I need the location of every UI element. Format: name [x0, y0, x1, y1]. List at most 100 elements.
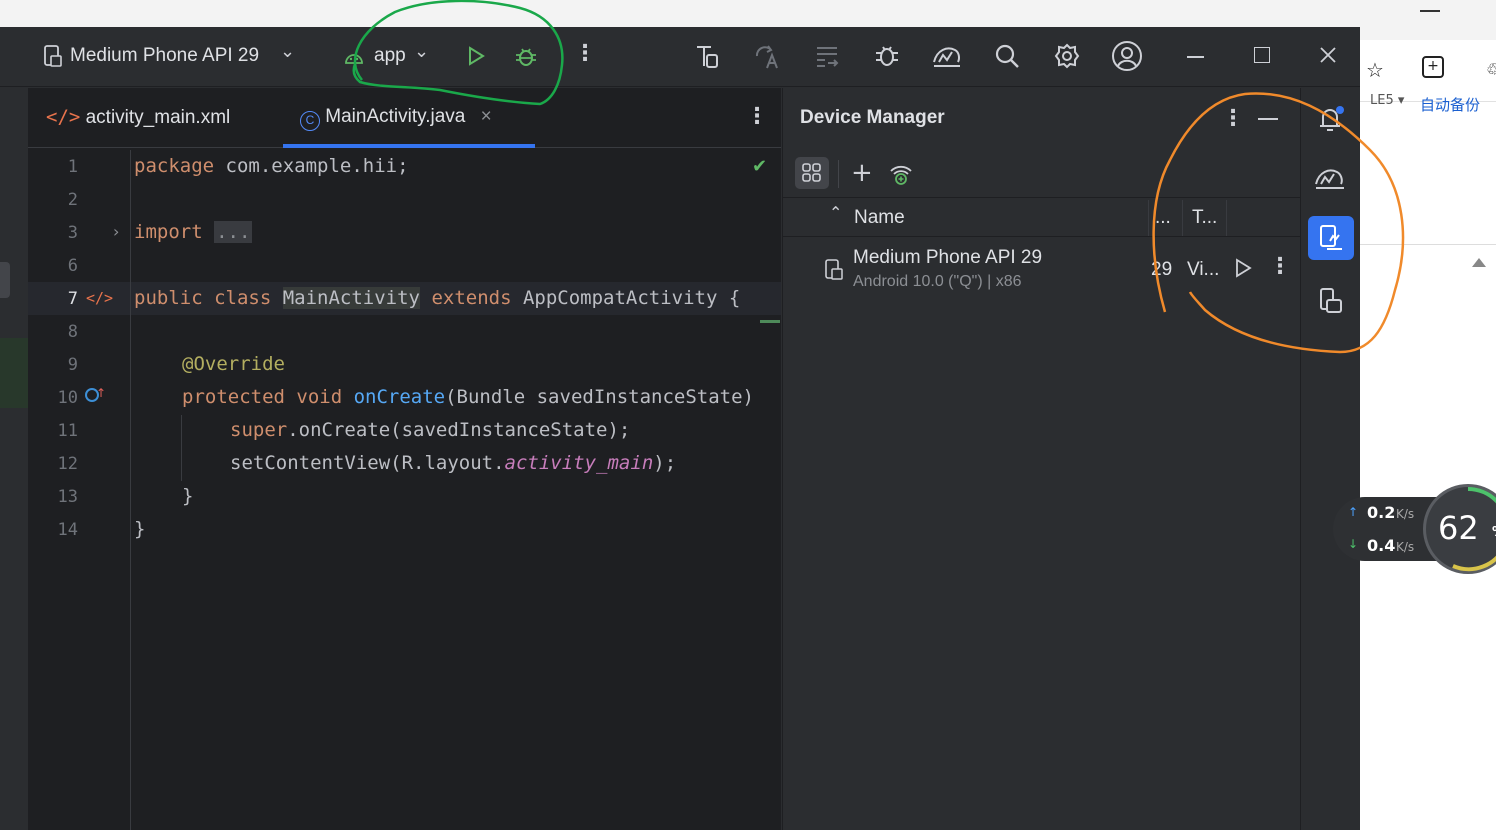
sync-gradle-icon[interactable] — [692, 41, 722, 71]
pair-wifi-icon[interactable] — [888, 160, 914, 188]
chevron-down-icon[interactable]: ⌄ — [414, 41, 429, 62]
fold-chevron-icon[interactable]: › — [113, 222, 119, 241]
auto-backup-link[interactable]: 自动备份 — [1420, 94, 1480, 115]
download-speed: 0.4 — [1367, 536, 1396, 555]
device-name: Medium Phone API 29 — [853, 247, 1043, 268]
download-unit: K/s — [1396, 540, 1415, 554]
device-manager-panel — [782, 88, 1300, 830]
panel-options-icon[interactable]: ⋮ — [1222, 106, 1244, 131]
class-icon: C — [300, 111, 320, 131]
main-toolbar: Medium Phone API 29 ⌄ app ⌄ ⋮ — [0, 27, 1360, 87]
toolbar-separator — [838, 160, 839, 188]
device-type: Vi... — [1187, 259, 1220, 280]
tab-label: MainActivity.java — [325, 106, 466, 127]
upload-unit: K/s — [1396, 507, 1415, 521]
close-window-icon[interactable] — [1317, 44, 1339, 66]
close-tab-icon[interactable]: × — [481, 106, 492, 127]
tab-mainactivity[interactable]: C MainActivity.java × — [300, 106, 492, 131]
notifications-icon[interactable] — [1314, 103, 1346, 135]
line-number: 2 — [67, 190, 78, 210]
chevron-down-icon[interactable]: ⌄ — [280, 41, 295, 62]
running-devices-icon[interactable] — [1314, 284, 1348, 318]
device-manager-title: Device Manager — [800, 107, 945, 128]
right-tool-strip — [1300, 88, 1360, 830]
device-subtitle: Android 10.0 ("Q") | x86 — [853, 273, 1022, 290]
more-icon[interactable]: ⋮ — [574, 41, 596, 66]
launch-device-icon[interactable] — [1231, 256, 1255, 280]
search-icon[interactable] — [992, 41, 1022, 71]
tabs-more-icon[interactable]: ⋮ — [746, 104, 768, 129]
column-separator — [1148, 200, 1149, 236]
indent-guide — [181, 415, 182, 481]
debug-icon[interactable] — [512, 42, 540, 70]
device-more-icon[interactable]: ⋮ — [1269, 254, 1291, 279]
column-separator — [1182, 200, 1183, 236]
line-number: 14 — [57, 520, 78, 540]
xml-file-icon: </> — [46, 106, 81, 128]
android-icon — [343, 47, 365, 67]
code-line-1: package com.example.hii; — [134, 155, 409, 177]
gear-icon[interactable] — [1052, 41, 1082, 71]
account-icon[interactable] — [1110, 39, 1144, 73]
active-tab-indicator — [283, 144, 535, 148]
related-xml-icon[interactable]: </> — [86, 289, 113, 307]
device-api: 29 — [1151, 259, 1173, 280]
column-separator — [1226, 200, 1227, 236]
left-strip-marker — [0, 338, 28, 408]
line-number: 9 — [67, 355, 78, 375]
code-line-9: @Override — [182, 353, 285, 375]
sort-asc-icon[interactable]: ⌃ — [829, 203, 842, 222]
code-line-7: public class MainActivity extends AppCom… — [134, 287, 741, 309]
left-tool-strip — [0, 88, 28, 830]
code-line-13: } — [182, 485, 194, 507]
line-number: 1 — [67, 157, 78, 177]
background-label: LE5 ▾ — [1370, 93, 1405, 108]
run-icon[interactable] — [463, 43, 489, 69]
code-line-3: import ... — [134, 221, 253, 243]
code-line-10: protected void onCreate(Bundle savedInst… — [182, 386, 754, 408]
line-number: 11 — [57, 421, 78, 441]
device-row[interactable]: Medium Phone API 29 Android 10.0 ("Q") |… — [783, 238, 1300, 298]
code-line-11: super.onCreate(savedInstanceState); — [230, 419, 631, 441]
line-number: 13 — [57, 487, 78, 507]
gutter-separator — [130, 150, 131, 830]
column-type[interactable]: T... — [1192, 207, 1217, 229]
extension-icon[interactable]: ♲ — [1486, 60, 1496, 79]
profiler-icon[interactable] — [930, 41, 964, 71]
memory-percent: 62 — [1438, 509, 1479, 547]
attach-debugger-icon[interactable] — [872, 41, 902, 71]
add-device-icon[interactable]: + — [851, 158, 873, 188]
column-name[interactable]: Name — [854, 207, 905, 229]
group-by-icon[interactable] — [795, 157, 829, 189]
minimize-window-icon[interactable] — [1187, 56, 1204, 58]
inspection-ok-icon[interactable]: ✔ — [752, 156, 767, 177]
line-number: 10 — [57, 388, 78, 408]
code-line-14: } — [134, 518, 146, 540]
hide-panel-icon[interactable] — [1258, 118, 1278, 120]
line-number: 3 — [67, 223, 78, 243]
memory-gauge[interactable]: 62 % — [1423, 484, 1496, 574]
collections-icon[interactable]: + — [1422, 56, 1444, 78]
virtual-device-icon — [823, 258, 845, 282]
code-line-12: setContentView(R.layout.activity_main); — [230, 452, 677, 474]
column-api[interactable]: ... — [1155, 207, 1171, 229]
line-number: 12 — [57, 454, 78, 474]
override-arrow-icon: ↑ — [96, 386, 107, 400]
table-divider — [783, 197, 1300, 198]
background-panel — [1360, 102, 1496, 245]
minimize-icon[interactable] — [1420, 10, 1440, 12]
percent-sign: % — [1492, 525, 1496, 540]
device-manager-tool-icon[interactable] — [1308, 216, 1354, 260]
device-selector[interactable]: Medium Phone API 29 — [70, 45, 259, 67]
maximize-window-icon[interactable] — [1254, 47, 1270, 63]
profiler-panel-icon[interactable] — [1312, 162, 1348, 194]
scroll-up-icon[interactable] — [1472, 258, 1486, 267]
apply-changes-icon — [752, 41, 782, 71]
run-config-selector[interactable]: app — [374, 45, 406, 67]
tab-activity-main[interactable]: </> activity_main.xml — [46, 106, 230, 129]
left-strip-handle[interactable] — [0, 262, 10, 298]
upload-speed: 0.2 — [1367, 503, 1396, 522]
download-arrow-icon: ↓ — [1348, 537, 1359, 551]
favorite-icon[interactable]: ☆ — [1366, 58, 1384, 82]
table-divider — [783, 236, 1300, 237]
